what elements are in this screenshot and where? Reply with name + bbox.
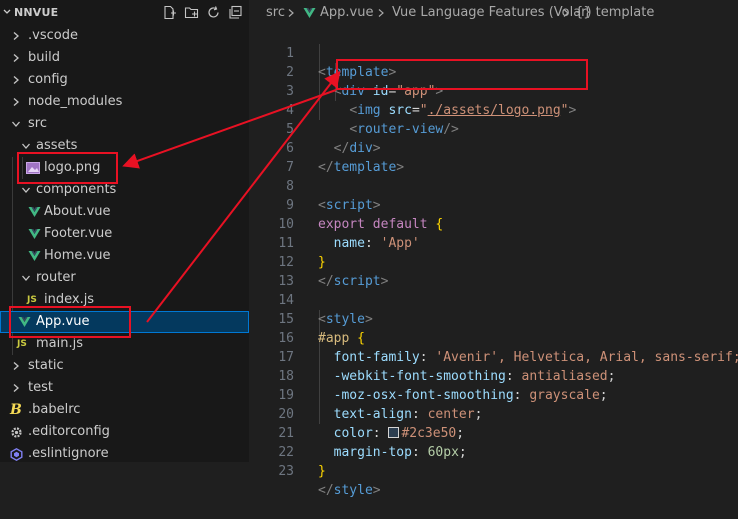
code-line: 7 [250,139,738,175]
code-line: 13 [250,253,738,289]
tree-item-label: static [28,358,64,373]
explorer-header: NNVUE [0,0,249,26]
chevron-right-icon [10,25,22,47]
code-area[interactable]: 1 <template> 2 <div id="app"> 3 <img src… [250,25,738,498]
code-line: 17 -webkit-font-smoothing: antialiased; [250,329,738,384]
tree-item-label: Footer.vue [44,226,113,241]
babel-file-icon: B [10,402,22,418]
tree-item-test[interactable]: test [0,377,249,399]
tree-item-label: src [28,116,47,131]
breadcrumb-symbol[interactable]: {} template [575,0,654,26]
tree-item-build[interactable]: build [0,47,249,69]
code-line: 18 -moz-osx-font-smoothing: grayscale; [250,348,738,403]
tree-item-label: .babelrc [28,402,81,417]
gear-icon [10,421,23,443]
code-line: 14 <style> [250,272,738,327]
tree-item-footer-vue[interactable]: Footer.vue [0,223,249,245]
highlight-box-img-src [336,59,588,90]
tree-item-label: Home.vue [44,248,111,263]
tree-item-babelrc[interactable]: B .babelrc [0,399,249,421]
tree-item-label: build [28,50,60,65]
file-tree: .vscode build config node_modules src as… [0,25,249,465]
tree-item-vscode[interactable]: .vscode [0,25,249,47]
tree-item-about-vue[interactable]: About.vue [0,201,249,223]
tree-item-label: About.vue [44,204,111,219]
tree-item-static[interactable]: static [0,355,249,377]
vue-file-icon [28,223,41,245]
vue-file-icon [28,201,41,223]
tree-item-label: .vscode [28,28,78,43]
code-line: 21 margin-top: 60px; [250,405,738,460]
code-line: 10 name: 'App' [250,196,738,251]
tree-item-label: router [36,270,76,285]
breadcrumb-file[interactable]: App.vue [320,0,373,26]
new-folder-icon[interactable] [183,4,199,20]
tree-item-src[interactable]: src [0,113,249,135]
vue-file-icon [28,245,41,267]
code-line: 23 </style> [250,443,738,498]
code-line: 19 text-align: center; [250,367,738,422]
tree-item-label: test [28,380,53,395]
new-file-icon[interactable] [161,4,177,20]
collapse-all-icon[interactable] [227,4,243,20]
explorer-panel: NNVUE .vscode build config node_modules … [0,0,249,462]
chevron-right-icon [377,0,385,26]
chevron-right-icon [287,0,295,26]
tree-item-editorconfig[interactable]: .editorconfig [0,421,249,443]
explorer-actions [161,4,243,20]
code-line: 20 color: #2c3e50; [250,386,738,441]
tree-item-label: .editorconfig [28,424,110,439]
chevron-right-icon [10,377,22,399]
tree-item-node-modules[interactable]: node_modules [0,91,249,113]
code-line: 22 } [250,424,738,479]
chevron-right-icon [10,47,22,69]
code-line: 5 </div> [250,101,738,156]
code-line: 1 <template> [250,25,738,80]
code-line: 6 </template> [250,120,738,175]
tree-item-label: node_modules [28,94,123,109]
line-number: 23 [278,464,294,479]
chevron-right-icon [10,91,22,113]
tree-item-config[interactable]: config [0,69,249,91]
chevron-right-icon [10,355,22,377]
tree-item-label: config [28,72,68,87]
code-line: 8 <script> [250,158,738,213]
chevron-down-icon [20,267,32,289]
chevron-down-icon[interactable] [2,7,12,17]
highlight-box-logo [17,152,118,184]
vue-file-icon [303,0,316,26]
highlight-box-app-vue [9,306,131,338]
explorer-title[interactable]: NNVUE [14,6,58,19]
tree-item-home-vue[interactable]: Home.vue [0,245,249,267]
chevron-right-icon [10,69,22,91]
code-line: 9 export default { [250,177,738,232]
breadcrumb: src App.vue Vue Language Features (Volar… [250,0,738,26]
code-line: 11 } [250,215,738,270]
code-line: 12 </script> [250,234,738,289]
chevron-down-icon [10,113,22,135]
breadcrumb-src[interactable]: src [266,0,285,26]
code-line: 15 #app { [250,291,738,346]
refresh-icon[interactable] [205,4,221,20]
code-line: 16 font-family: 'Avenir', Helvetica, Ari… [250,310,738,365]
tree-item-router[interactable]: router [0,267,249,289]
chevron-right-icon [562,0,570,26]
